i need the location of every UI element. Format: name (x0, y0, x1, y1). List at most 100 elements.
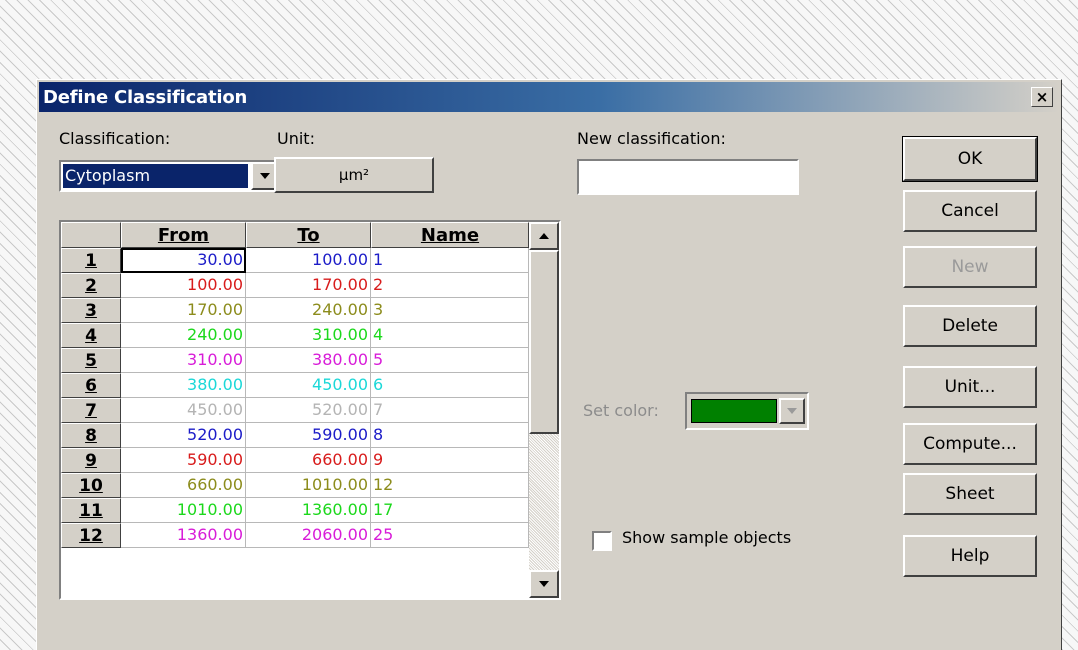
new-button[interactable]: New (903, 246, 1037, 288)
unit-button[interactable]: Unit... (903, 366, 1037, 408)
to-cell[interactable]: 380.00 (246, 348, 371, 373)
table-row[interactable]: 6 380.00 450.00 6 (61, 373, 529, 398)
new-classification-input[interactable] (577, 159, 799, 195)
to-cell[interactable]: 590.00 (246, 423, 371, 448)
dialog-title: Define Classification (43, 87, 248, 108)
table-row[interactable]: 1 30.00 100.00 1 (61, 248, 529, 273)
unit-label: Unit: (277, 129, 315, 148)
row-number-header[interactable]: 5 (61, 348, 121, 373)
row-number-header[interactable]: 2 (61, 273, 121, 298)
from-cell[interactable]: 30.00 (121, 248, 246, 273)
compute-button[interactable]: Compute... (903, 423, 1037, 465)
chevron-down-icon (787, 408, 797, 414)
to-cell[interactable]: 2060.00 (246, 523, 371, 548)
name-cell[interactable]: 12 (371, 473, 529, 498)
classification-table[interactable]: From To Name 1 30.00 100.00 1 2 100.00 170.00 2… (59, 220, 561, 600)
table-row[interactable]: 8 520.00 590.00 8 (61, 423, 529, 448)
row-number-header[interactable]: 9 (61, 448, 121, 473)
table-row[interactable]: 11 1010.00 1360.00 17 (61, 498, 529, 523)
from-cell[interactable]: 590.00 (121, 448, 246, 473)
table-row[interactable]: 10 660.00 1010.00 12 (61, 473, 529, 498)
from-cell[interactable]: 240.00 (121, 323, 246, 348)
unit-value: µm² (338, 166, 370, 184)
cancel-button[interactable]: Cancel (903, 190, 1037, 232)
to-cell[interactable]: 450.00 (246, 373, 371, 398)
table-row[interactable]: 2 100.00 170.00 2 (61, 273, 529, 298)
name-cell[interactable]: 4 (371, 323, 529, 348)
classification-select[interactable]: Cytoplasm (59, 160, 281, 192)
to-cell[interactable]: 310.00 (246, 323, 371, 348)
row-number-header[interactable]: 3 (61, 298, 121, 323)
scroll-down-button[interactable] (529, 570, 559, 598)
close-button[interactable]: × (1031, 87, 1053, 107)
from-cell[interactable]: 1360.00 (121, 523, 246, 548)
set-color-dropdown-button[interactable] (779, 398, 805, 424)
row-number-header[interactable]: 8 (61, 423, 121, 448)
name-cell[interactable]: 7 (371, 398, 529, 423)
to-column-header[interactable]: To (246, 222, 371, 248)
to-cell[interactable]: 100.00 (246, 248, 371, 273)
row-number-header[interactable]: 12 (61, 523, 121, 548)
row-number-header[interactable]: 10 (61, 473, 121, 498)
to-cell[interactable]: 520.00 (246, 398, 371, 423)
from-cell[interactable]: 380.00 (121, 373, 246, 398)
sheet-label: Sheet (945, 484, 995, 504)
name-cell[interactable]: 9 (371, 448, 529, 473)
name-cell[interactable]: 8 (371, 423, 529, 448)
from-cell[interactable]: 1010.00 (121, 498, 246, 523)
scroll-track[interactable] (529, 434, 559, 570)
set-color-picker[interactable] (685, 392, 809, 430)
title-bar[interactable]: Define Classification × (39, 82, 1059, 112)
row-number-header[interactable]: 1 (61, 248, 121, 273)
from-cell[interactable]: 310.00 (121, 348, 246, 373)
from-cell[interactable]: 450.00 (121, 398, 246, 423)
from-column-header[interactable]: From (121, 222, 246, 248)
name-cell[interactable]: 5 (371, 348, 529, 373)
name-cell[interactable]: 17 (371, 498, 529, 523)
chevron-up-icon (539, 233, 549, 239)
show-sample-objects-checkbox[interactable] (592, 531, 612, 551)
delete-label: Delete (942, 316, 998, 336)
ok-button[interactable]: OK (902, 136, 1038, 182)
table-row[interactable]: 7 450.00 520.00 7 (61, 398, 529, 423)
name-cell[interactable]: 25 (371, 523, 529, 548)
row-number-header[interactable]: 7 (61, 398, 121, 423)
table-row[interactable]: 5 310.00 380.00 5 (61, 348, 529, 373)
delete-button[interactable]: Delete (903, 305, 1037, 347)
to-cell[interactable]: 1360.00 (246, 498, 371, 523)
table-rows: 1 30.00 100.00 1 2 100.00 170.00 2 3 170.00 240.00… (61, 248, 529, 548)
to-cell[interactable]: 1010.00 (246, 473, 371, 498)
corner-header[interactable] (61, 222, 121, 248)
row-number-header[interactable]: 4 (61, 323, 121, 348)
table-row[interactable]: 3 170.00 240.00 3 (61, 298, 529, 323)
sheet-button[interactable]: Sheet (903, 473, 1037, 515)
unit-display-button[interactable]: µm² (274, 157, 434, 193)
to-cell[interactable]: 170.00 (246, 273, 371, 298)
from-cell[interactable]: 100.00 (121, 273, 246, 298)
chevron-down-icon (260, 173, 270, 179)
table-vertical-scrollbar[interactable] (529, 222, 559, 598)
name-cell[interactable]: 6 (371, 373, 529, 398)
table-row[interactable]: 9 590.00 660.00 9 (61, 448, 529, 473)
to-cell[interactable]: 240.00 (246, 298, 371, 323)
classification-selected-value: Cytoplasm (63, 164, 248, 188)
table-row[interactable]: 12 1360.00 2060.00 25 (61, 523, 529, 548)
name-column-header[interactable]: Name (371, 222, 529, 248)
set-color-label: Set color: (583, 401, 659, 420)
scroll-up-button[interactable] (529, 222, 559, 250)
help-label: Help (950, 546, 990, 566)
show-sample-objects-label[interactable]: Show sample objects (622, 528, 791, 547)
row-number-header[interactable]: 6 (61, 373, 121, 398)
scroll-thumb[interactable] (529, 250, 559, 434)
name-cell[interactable]: 3 (371, 298, 529, 323)
name-cell[interactable]: 1 (371, 248, 529, 273)
help-button[interactable]: Help (903, 535, 1037, 577)
name-cell[interactable]: 2 (371, 273, 529, 298)
to-cell[interactable]: 660.00 (246, 448, 371, 473)
from-cell[interactable]: 520.00 (121, 423, 246, 448)
table-row[interactable]: 4 240.00 310.00 4 (61, 323, 529, 348)
from-cell[interactable]: 660.00 (121, 473, 246, 498)
close-icon: × (1035, 87, 1049, 106)
row-number-header[interactable]: 11 (61, 498, 121, 523)
from-cell[interactable]: 170.00 (121, 298, 246, 323)
